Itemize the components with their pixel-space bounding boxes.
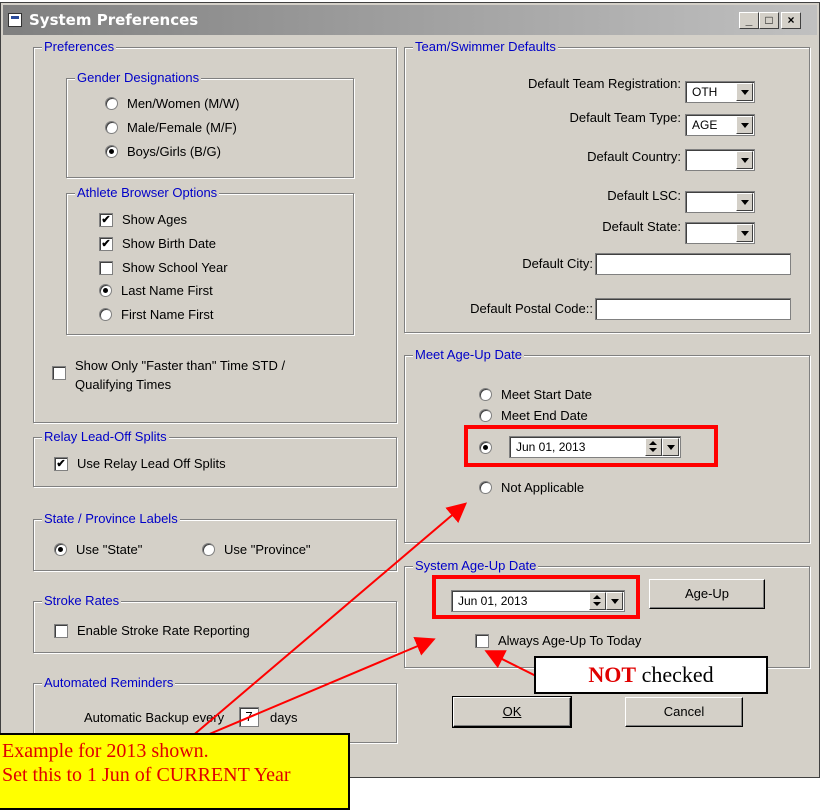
arrow-to-meet-date — [189, 502, 468, 739]
not-checked-bold: NOT — [588, 662, 637, 687]
instruction-note-line2: Set this to 1 Jun of CURRENT Year — [2, 764, 291, 786]
arrow-to-system-date — [199, 637, 436, 739]
not-checked-callout: NOT checked — [534, 656, 768, 694]
instruction-note-line1: Example for 2013 shown. — [2, 740, 209, 762]
instruction-note: Example for 2013 shown. Set this to 1 Ju… — [0, 733, 350, 810]
arrow-to-always-checkbox — [484, 650, 537, 677]
not-checked-rest: checked — [636, 662, 714, 687]
